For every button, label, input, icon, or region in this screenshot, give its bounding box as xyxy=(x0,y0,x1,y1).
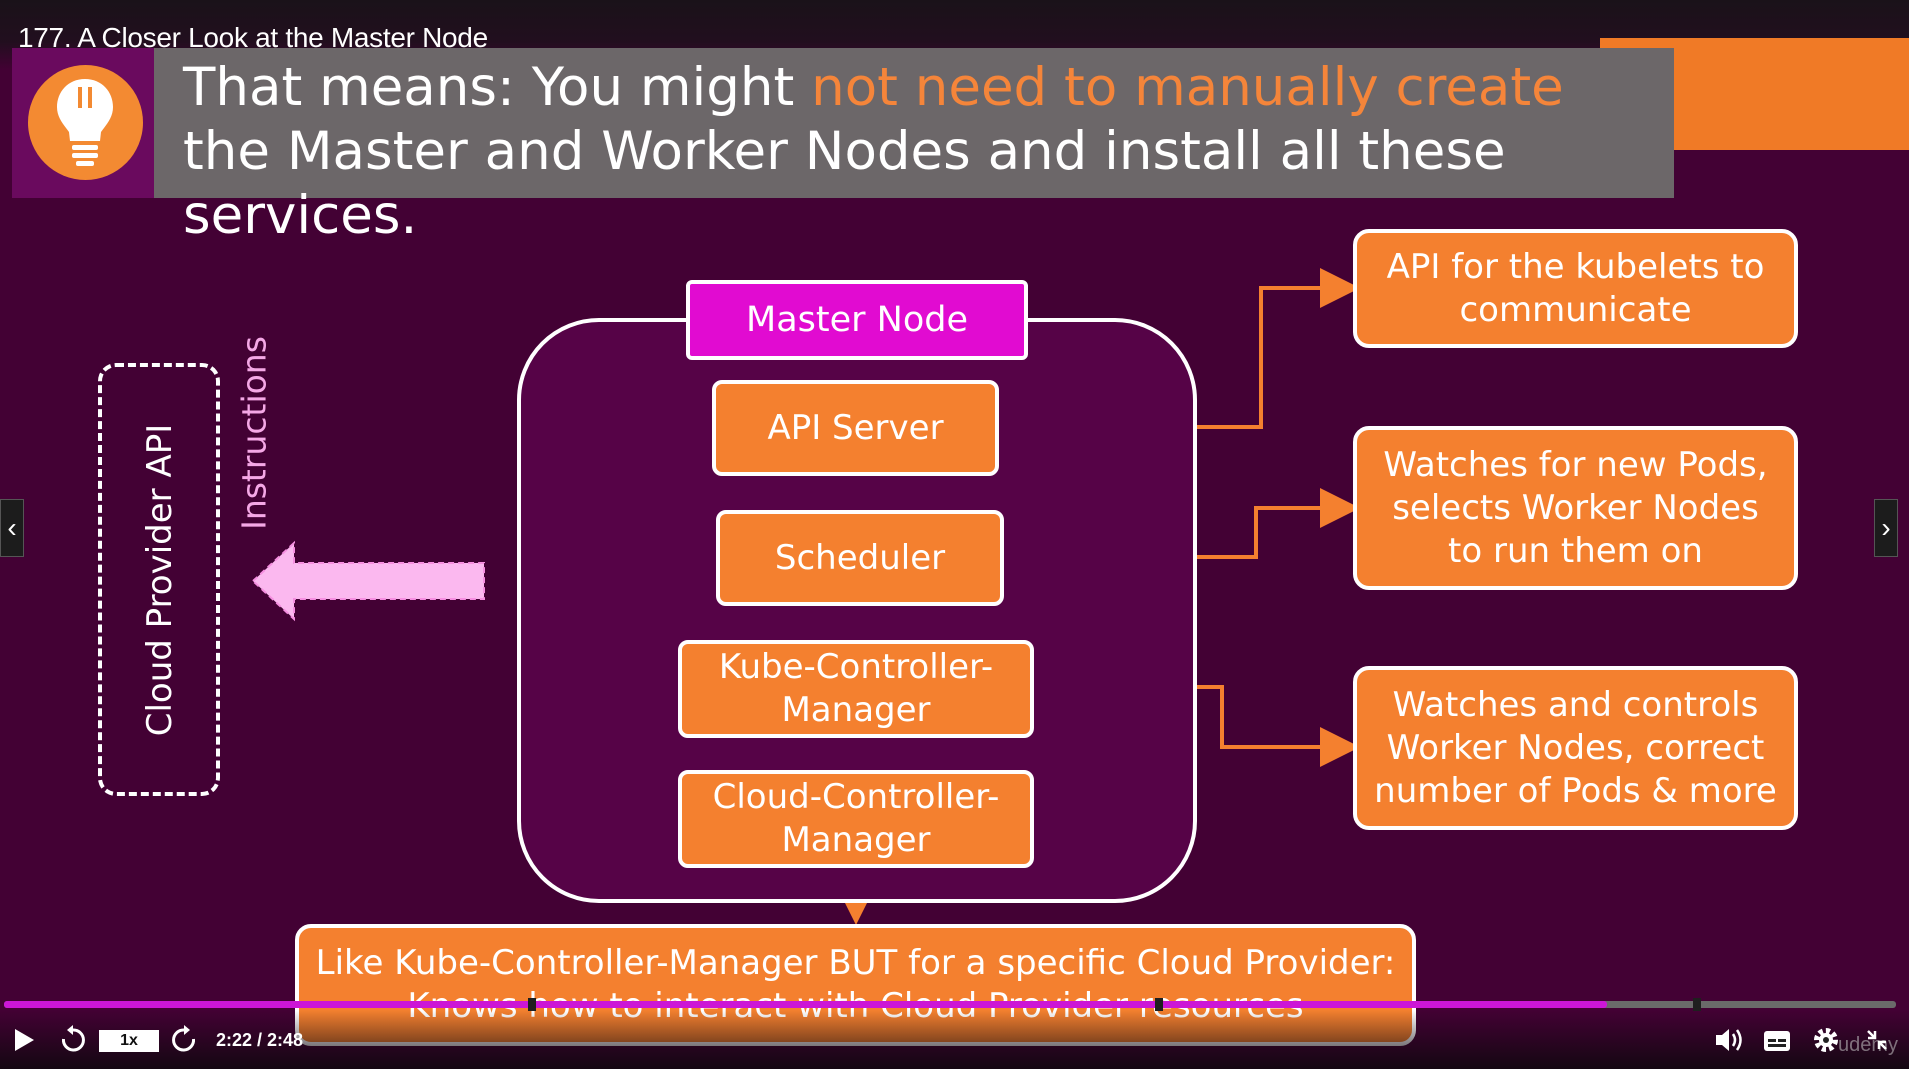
ccm-line2: Manager xyxy=(781,820,931,860)
exit-fullscreen-icon[interactable] xyxy=(1865,1028,1889,1057)
captions-icon[interactable] xyxy=(1763,1030,1791,1057)
kcm-line2: Manager xyxy=(781,690,931,730)
settings-gear-icon[interactable] xyxy=(1812,1026,1840,1059)
progress-played xyxy=(4,1001,1607,1008)
api-server-description: API for the kubelets to communicate xyxy=(1353,229,1798,348)
forward-icon[interactable] xyxy=(170,1025,198,1058)
kube-controller-manager-box: Kube-Controller- Manager xyxy=(678,640,1034,738)
cloud-provider-api-label: Cloud Provider API xyxy=(140,423,180,737)
api-server-box: API Server xyxy=(712,380,999,476)
cloud-controller-manager-box: Cloud-Controller- Manager xyxy=(678,770,1034,868)
scheduler-box: Scheduler xyxy=(716,510,1004,606)
instructions-label: Instructions xyxy=(234,336,274,530)
kcm-description: Watches and controls Worker Nodes, corre… xyxy=(1353,666,1798,830)
progress-marker xyxy=(528,998,536,1011)
scheduler-description: Watches for new Pods, selects Worker Nod… xyxy=(1353,426,1798,590)
next-lecture-button[interactable]: › xyxy=(1874,499,1898,557)
previous-lecture-button[interactable]: ‹ xyxy=(0,499,24,557)
volume-icon[interactable] xyxy=(1714,1027,1744,1058)
progress-marker xyxy=(1155,998,1163,1011)
ccm-line1: Cloud-Controller- xyxy=(712,777,1000,817)
time-display: 2:22 / 2:48 xyxy=(216,1030,304,1050)
instructions-arrow xyxy=(251,540,485,622)
master-node-label: Master Node xyxy=(686,280,1028,360)
kcm-line1: Kube-Controller- xyxy=(718,647,994,687)
rewind-icon[interactable] xyxy=(59,1025,87,1058)
ccm-description-line1: Like Kube-Controller-Manager BUT for a s… xyxy=(315,943,1396,983)
playback-speed-button[interactable]: 1x xyxy=(99,1030,159,1052)
progress-marker xyxy=(1693,998,1701,1011)
play-icon[interactable] xyxy=(12,1027,36,1058)
